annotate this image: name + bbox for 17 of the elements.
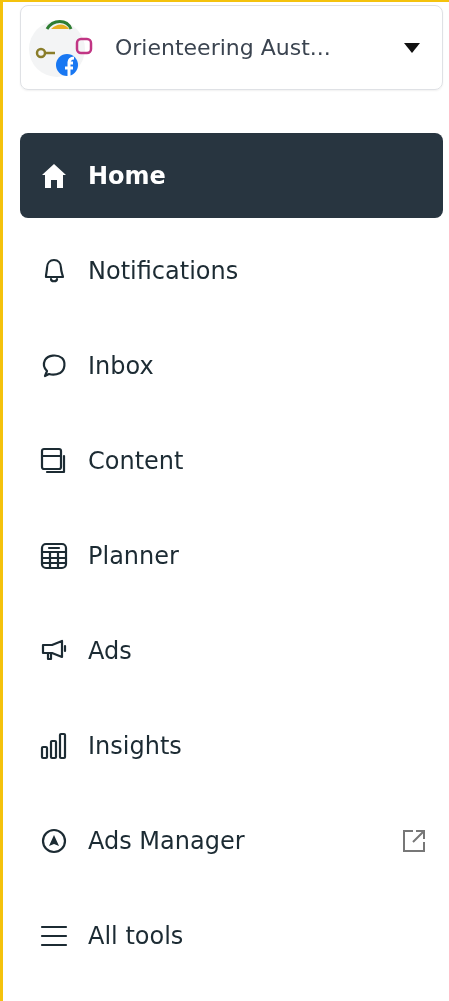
home-icon	[40, 161, 68, 190]
bar-chart-icon	[40, 731, 68, 760]
nav-item[interactable]: Notifications	[20, 228, 443, 313]
nav-item[interactable]: All tools	[20, 893, 443, 978]
nav-item[interactable]: Inbox	[20, 323, 443, 408]
nav-item[interactable]: Content	[20, 418, 443, 503]
nav-item[interactable]: Insights	[20, 703, 443, 788]
account-selector[interactable]: Orienteering Aust...	[20, 5, 443, 90]
dropdown-caret-icon	[404, 42, 420, 53]
account-name: Orienteering Aust...	[115, 35, 332, 60]
content-icon	[40, 446, 68, 475]
nav-item[interactable]: Ads Manager	[20, 798, 443, 883]
nav-item[interactable]: Ads	[20, 608, 443, 693]
nav-item[interactable]: Planner	[20, 513, 443, 598]
chat-bubble-icon	[40, 351, 68, 380]
nav-item[interactable]: Home	[20, 133, 443, 218]
calendar-icon	[40, 541, 68, 570]
